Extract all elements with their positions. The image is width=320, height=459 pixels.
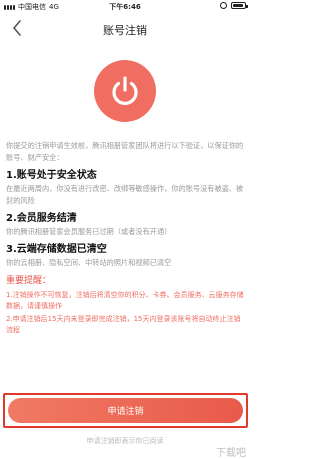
agreement-text: 申请注销即表示你已阅读 (86, 437, 164, 445)
section-text-cloud-data: 你的云相册、隐私空间、中转站的照片和视频已清空 (6, 258, 172, 267)
nav-bar: 账号注销 (0, 14, 250, 44)
power-glyph (112, 76, 138, 105)
section-text-security: 在最近两周内，你没有进行改密、改绑等敏感操作，你的账号没有被盗、被封的风险 (6, 184, 244, 205)
status-right (220, 2, 248, 9)
page-title: 账号注销 (103, 24, 147, 37)
alarm-icon (220, 2, 227, 9)
section-text-membership: 你的腾讯相册管家会员服务已过期（或者没有开通） (6, 227, 172, 236)
section-title-cloud-data: 3.云端存储数据已清空 (6, 244, 107, 255)
verification-content: 你提交的注销申请生效前，腾讯相册管家团队将进行以下验证，以保证你的账号、财产安全… (6, 140, 244, 336)
section-title-security: 1.账号处于安全状态 (6, 170, 97, 181)
warning-text-2: 2.申请注销后15天内未登录即完成注销，15天内登录该账号将自动终止注销流程 (6, 315, 241, 334)
status-time: 下午6:46 (109, 3, 141, 11)
apply-cancellation-button[interactable]: 申请注销 (8, 398, 243, 423)
status-bar: 中国电信 4G 下午6:46 (0, 0, 250, 14)
battery-icon (231, 2, 248, 9)
battery-fill (233, 4, 243, 7)
apply-button-highlight: 申请注销 (3, 393, 248, 428)
watermark: 下载吧 (216, 448, 246, 459)
warning-text-1: 1.注销操作不可恢复，注销后将清空你的积分、卡券、会员服务、云服务存储数据，请谨… (6, 291, 244, 310)
warning-title: 重要提醒： (6, 276, 52, 286)
section-title-membership: 2.会员服务结清 (6, 213, 77, 224)
power-icon (94, 60, 156, 122)
intro-text: 你提交的注销申请生效前，腾讯相册管家团队将进行以下验证，以保证你的账号、财产安全… (6, 141, 244, 162)
